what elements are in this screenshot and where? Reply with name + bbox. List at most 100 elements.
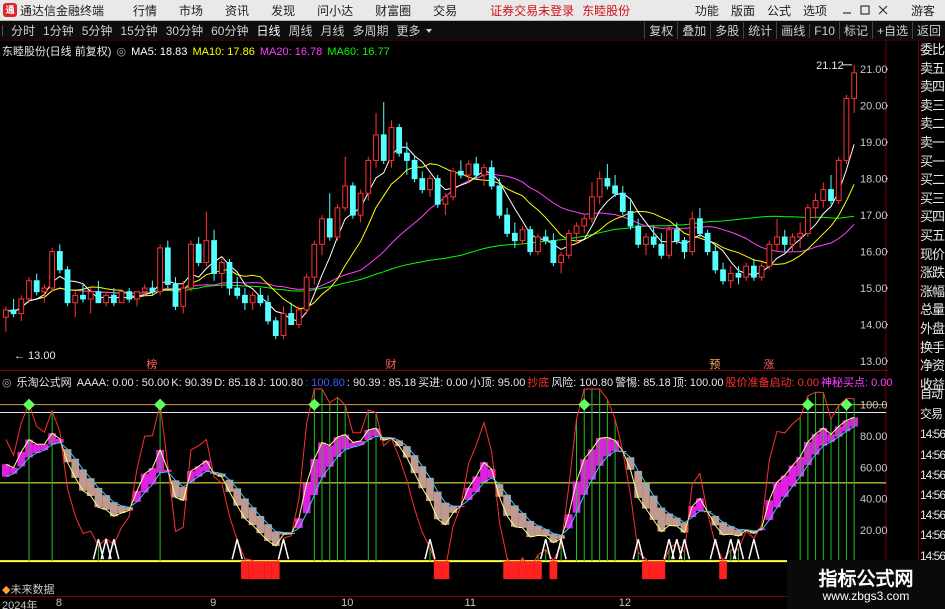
trade-tick-time: 14:56 (920, 427, 945, 442)
btn-add-favorite[interactable]: +自选 (871, 22, 912, 39)
indicator-legend-item: 风险: 100.80 (551, 377, 614, 389)
tab-60min[interactable]: 60分钟 (210, 22, 249, 39)
menu-item-quotes[interactable]: 行情 (133, 2, 157, 19)
stock-title: 东睦股份(日线 前复权) (2, 46, 112, 58)
menu-item-formula[interactable]: 公式 (767, 2, 791, 19)
indicator-tick-label: 100.0 (860, 400, 888, 412)
legend-toggle-icon[interactable]: ◎ (116, 46, 126, 58)
login-warning[interactable]: 证券交易未登录 (490, 2, 574, 19)
tab-1min[interactable]: 1分钟 (42, 22, 75, 39)
period-tabs-row: 分时 1分钟 5分钟 15分钟 30分钟 60分钟 日线 周线 月线 多周期 更… (0, 21, 945, 41)
btn-adjust[interactable]: 复权 (644, 22, 677, 39)
candle-body (535, 236, 541, 253)
tab-15min[interactable]: 15分钟 (119, 22, 158, 39)
tab-multi-period[interactable]: 多周期 (352, 22, 390, 39)
candle (450, 167, 457, 201)
auto-trade-label[interactable]: 交易 (919, 404, 945, 424)
minimize-icon[interactable] (841, 4, 853, 16)
candle-body (434, 178, 441, 205)
chevron-down-icon[interactable] (425, 27, 433, 35)
indicator-chart[interactable]: 100.0 80.00 60.00 40.00 20.00 (0, 371, 888, 596)
candle-body (804, 207, 811, 234)
menu-bar: 通 通达信金融终端 行情 市场 资讯 发现 问小达 财富圈 交易 证券交易未登录… (0, 0, 945, 21)
tab-intraday[interactable]: 分时 (10, 22, 36, 39)
menu-item-ask[interactable]: 问小达 (317, 2, 353, 19)
candle-body (118, 291, 125, 304)
candle (396, 123, 403, 157)
quote-label[interactable]: 外盘 (919, 320, 945, 339)
quote-label[interactable]: 卖三 (919, 97, 945, 116)
guest-label[interactable]: 游客 (911, 2, 935, 19)
bottom-signal-bar (649, 561, 658, 580)
quote-label[interactable]: 净资 (919, 357, 945, 376)
bottom-signal-bar (503, 561, 511, 580)
btn-f10[interactable]: F10 (809, 23, 839, 38)
menu-item-options[interactable]: 选项 (803, 2, 827, 19)
candle-body (797, 232, 804, 238)
btn-draw[interactable]: 画线 (776, 22, 809, 39)
candle (804, 204, 811, 237)
menu-item-trade[interactable]: 交易 (433, 2, 457, 19)
quote-label[interactable]: 卖二 (919, 115, 945, 134)
quote-label[interactable]: 卖四 (919, 78, 945, 97)
indicator-tick-label: 20.00 (860, 525, 888, 537)
tab-5min[interactable]: 5分钟 (81, 22, 114, 39)
quote-label[interactable]: 现价 (919, 246, 945, 265)
menu-item-discover[interactable]: 发现 (271, 2, 295, 19)
quote-label[interactable]: 买五 (919, 227, 945, 246)
tab-daily[interactable]: 日线 (255, 22, 281, 39)
candle (565, 229, 572, 259)
menu-item-layout[interactable]: 版面 (731, 2, 755, 19)
candlestick-chart[interactable]: 21.00 20.00 19.00 18.00 17.00 16.00 15.00 14.00… (0, 41, 888, 371)
candle (26, 277, 32, 303)
candle-body (589, 196, 595, 220)
quote-label[interactable]: 买四 (919, 208, 945, 227)
indicator-tick-label: 60.00 (860, 462, 888, 474)
quote-label[interactable]: 卖一 (919, 134, 945, 153)
quote-label[interactable]: 买一 (919, 153, 945, 172)
candle-body (743, 265, 750, 278)
quote-label[interactable]: 买三 (919, 190, 945, 209)
auto-trade-label[interactable]: 自动 (919, 384, 945, 404)
tab-more[interactable]: 更多 (396, 22, 422, 39)
menu-item-market[interactable]: 市场 (179, 2, 203, 19)
quote-label[interactable]: 涨跌 (919, 264, 945, 283)
btn-multi-stock[interactable]: 多股 (710, 22, 743, 39)
maximize-icon[interactable] (859, 4, 871, 16)
bottom-signal-bar (518, 561, 527, 580)
candle-body (49, 251, 56, 289)
quote-label[interactable]: 卖五 (919, 60, 945, 79)
close-icon[interactable] (877, 4, 889, 16)
menu-item-function[interactable]: 功能 (695, 2, 719, 19)
date-tick-label: 8 (55, 597, 62, 609)
candle-body (843, 97, 850, 161)
indicator-legend-item: : 50.00 (135, 377, 170, 389)
tab-monthly[interactable]: 月线 (320, 22, 346, 39)
tab-weekly[interactable]: 周线 (287, 22, 313, 39)
candle (296, 306, 302, 329)
menu-item-wealth[interactable]: 财富圈 (375, 2, 411, 19)
candle-body (172, 283, 179, 307)
kd-ribbon-bar (233, 488, 242, 506)
indicator-legend-item: J: 100.80 (257, 377, 304, 389)
kd-ribbon-bar (17, 451, 26, 467)
bottom-signal-bar (441, 561, 450, 580)
quote-label[interactable]: 买二 (919, 171, 945, 190)
btn-overlay[interactable]: 叠加 (677, 22, 710, 39)
candle-body (2, 309, 9, 318)
btn-mark[interactable]: 标记 (838, 22, 872, 39)
candle-body (457, 170, 464, 176)
menu-item-news[interactable]: 资讯 (225, 2, 249, 19)
price-tick-label: 15.00 (860, 283, 888, 295)
event-marker: 预 (709, 358, 720, 371)
quote-label[interactable]: 委比 (919, 41, 945, 60)
btn-back[interactable]: 返回 (911, 22, 945, 39)
quote-label[interactable]: 换手 (919, 339, 945, 358)
legend-toggle-icon[interactable]: ◎ (2, 377, 12, 389)
btn-stats[interactable]: 统计 (743, 22, 776, 39)
tab-30min[interactable]: 30分钟 (165, 22, 204, 39)
quote-label[interactable]: 总量 (919, 301, 945, 320)
indicator-legend-item: 顶: 100.00 (672, 377, 724, 389)
quote-label[interactable]: 涨幅 (919, 283, 945, 302)
candle-body (619, 192, 626, 212)
